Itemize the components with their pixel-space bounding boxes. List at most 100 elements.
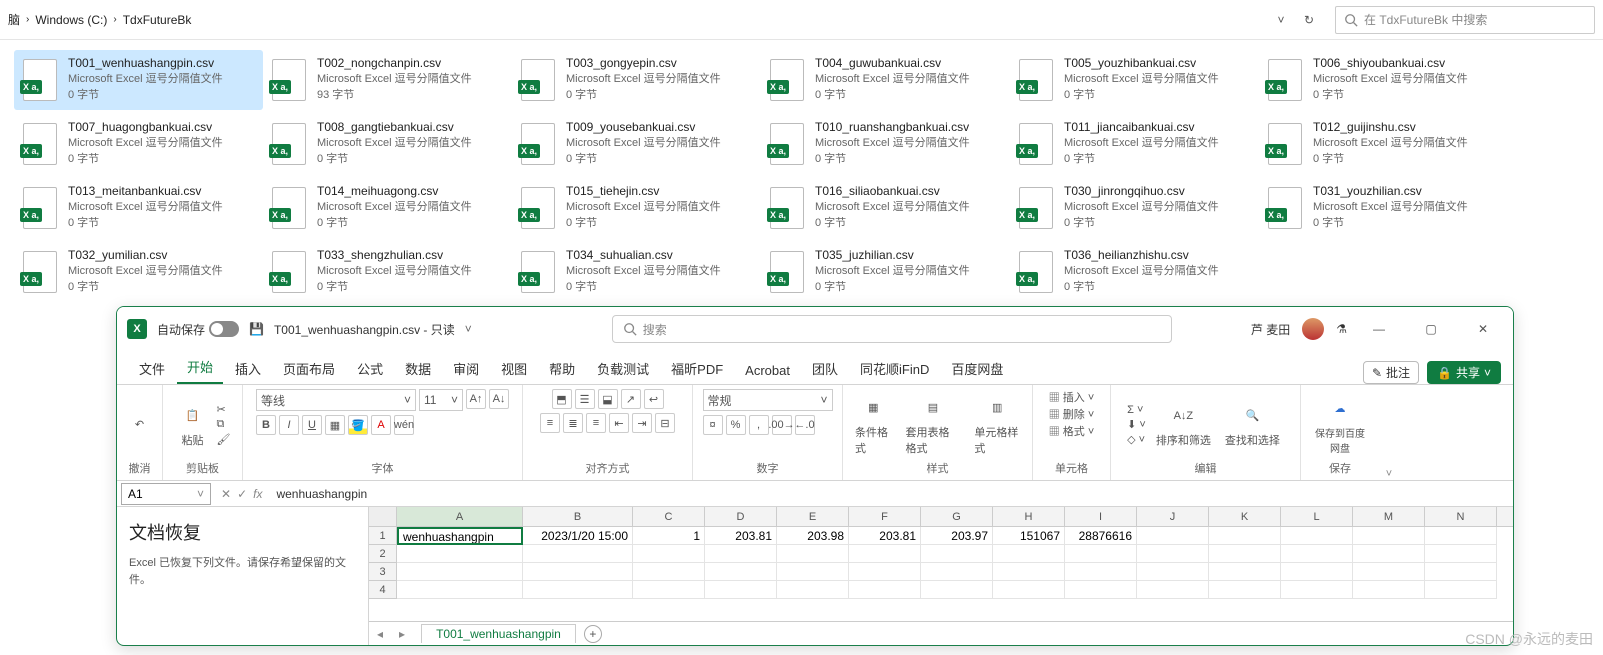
column-header[interactable]: D <box>705 507 777 526</box>
file-item[interactable]: X a, T001_wenhuashangpin.csv Microsoft E… <box>14 50 263 110</box>
column-header[interactable]: L <box>1281 507 1353 526</box>
italic-button[interactable]: I <box>279 415 299 435</box>
cell[interactable] <box>1137 563 1209 581</box>
cell[interactable] <box>1137 581 1209 599</box>
increase-font-icon[interactable]: A↑ <box>466 389 486 409</box>
ribbon-tab[interactable]: 审阅 <box>443 353 489 384</box>
chevron-down-icon[interactable]: ˅ <box>465 322 472 336</box>
bold-button[interactable]: B <box>256 415 276 435</box>
paste-button[interactable]: 📋粘贴 <box>175 400 211 450</box>
file-item[interactable]: X a, T032_yumilian.csv Microsoft Excel 逗… <box>14 242 263 302</box>
fill-icon[interactable]: ⬇ ˅ <box>1127 418 1146 431</box>
inc-decimal-icon[interactable]: .00→ <box>772 415 792 435</box>
ribbon-tab[interactable]: 文件 <box>129 353 175 384</box>
conditional-format-button[interactable]: ▦条件格式 <box>851 392 896 458</box>
cell[interactable] <box>1065 545 1137 563</box>
insert-cells-button[interactable]: ▦ 插入 ˅ <box>1049 389 1095 405</box>
file-item[interactable]: X a, T006_shiyoubankuai.csv Microsoft Ex… <box>1259 50 1508 110</box>
file-item[interactable]: X a, T034_suhualian.csv Microsoft Excel … <box>512 242 761 302</box>
delete-cells-button[interactable]: ▦ 删除 ˅ <box>1049 406 1095 422</box>
cell[interactable] <box>993 545 1065 563</box>
formula-input[interactable]: wenhuashangpin <box>268 487 1513 501</box>
explorer-search-input[interactable]: 在 TdxFutureBk 中搜索 <box>1335 6 1595 34</box>
ribbon-tab[interactable]: Acrobat <box>735 357 800 384</box>
autosave-toggle[interactable]: 自动保存 <box>157 321 239 338</box>
cell[interactable]: 28876616 <box>1065 527 1137 545</box>
cell[interactable] <box>1281 545 1353 563</box>
column-header[interactable]: I <box>1065 507 1137 526</box>
format-cells-button[interactable]: ▦ 格式 ˅ <box>1049 423 1095 439</box>
row-header[interactable]: 4 <box>369 581 397 599</box>
font-color-button[interactable]: A <box>371 415 391 435</box>
file-item[interactable]: X a, T036_heilianzhishu.csv Microsoft Ex… <box>1010 242 1259 302</box>
column-header[interactable]: G <box>921 507 993 526</box>
dec-decimal-icon[interactable]: ←.0 <box>795 415 815 435</box>
align-right-icon[interactable]: ≡ <box>586 413 606 433</box>
cell[interactable] <box>633 581 705 599</box>
column-header[interactable]: C <box>633 507 705 526</box>
percent-icon[interactable]: % <box>726 415 746 435</box>
cell[interactable] <box>1065 563 1137 581</box>
align-mid-icon[interactable]: ☰ <box>575 389 595 409</box>
file-item[interactable]: X a, T007_huagongbankuai.csv Microsoft E… <box>14 114 263 174</box>
sheet-nav-prev[interactable]: ◂ <box>369 627 391 641</box>
ribbon-tab[interactable]: 数据 <box>395 353 441 384</box>
column-header[interactable]: J <box>1137 507 1209 526</box>
number-format-select[interactable]: 常规˅ <box>703 389 833 411</box>
sort-filter-button[interactable]: A↓Z排序和筛选 <box>1152 400 1215 450</box>
cell[interactable]: 1 <box>633 527 705 545</box>
align-top-icon[interactable]: ⬒ <box>552 389 572 409</box>
column-header[interactable]: M <box>1353 507 1425 526</box>
baidu-save-button[interactable]: ☁保存到百度网盘 <box>1309 393 1371 457</box>
close-button[interactable]: ✕ <box>1463 315 1503 343</box>
cell[interactable]: wenhuashangpin <box>397 527 523 545</box>
add-sheet-button[interactable]: + <box>584 625 602 643</box>
file-item[interactable]: X a, T011_jiancaibankuai.csv Microsoft E… <box>1010 114 1259 174</box>
dropdown-button[interactable]: ˅ <box>1267 6 1295 34</box>
cell[interactable] <box>705 581 777 599</box>
cell[interactable] <box>993 581 1065 599</box>
cell[interactable] <box>921 545 993 563</box>
cell[interactable] <box>777 581 849 599</box>
cell[interactable]: 151067 <box>993 527 1065 545</box>
crumb-1[interactable]: Windows (C:) <box>35 13 107 27</box>
cell[interactable] <box>849 563 921 581</box>
excel-search-input[interactable]: 搜索 <box>612 315 1172 343</box>
file-item[interactable]: X a, T015_tiehejin.csv Microsoft Excel 逗… <box>512 178 761 238</box>
phonetic-button[interactable]: wén <box>394 415 414 435</box>
cell[interactable] <box>397 563 523 581</box>
file-item[interactable]: X a, T012_guijinshu.csv Microsoft Excel … <box>1259 114 1508 174</box>
minimize-button[interactable]: — <box>1359 315 1399 343</box>
find-select-button[interactable]: 🔍查找和选择 <box>1221 400 1284 450</box>
cell[interactable]: 203.81 <box>705 527 777 545</box>
breadcrumb[interactable]: 脑› Windows (C:)› TdxFutureBk <box>8 11 1267 28</box>
cell[interactable] <box>1281 563 1353 581</box>
column-header[interactable]: B <box>523 507 633 526</box>
column-header[interactable]: A <box>397 507 523 526</box>
comma-icon[interactable]: , <box>749 415 769 435</box>
cancel-fx-icon[interactable]: ✕ <box>221 487 231 501</box>
file-item[interactable]: X a, T004_guwubankuai.csv Microsoft Exce… <box>761 50 1010 110</box>
cell[interactable] <box>1209 527 1281 545</box>
file-item[interactable]: X a, T010_ruanshangbankuai.csv Microsoft… <box>761 114 1010 174</box>
ribbon-tab[interactable]: 同花顺iFinD <box>850 353 939 384</box>
align-left-icon[interactable]: ≡ <box>540 413 560 433</box>
cell[interactable] <box>633 545 705 563</box>
cell[interactable] <box>1209 581 1281 599</box>
align-bot-icon[interactable]: ⬓ <box>598 389 618 409</box>
ribbon-tab[interactable]: 团队 <box>802 353 848 384</box>
maximize-button[interactable]: ▢ <box>1411 315 1451 343</box>
cell[interactable] <box>1281 581 1353 599</box>
cell[interactable] <box>1137 545 1209 563</box>
cut-icon[interactable]: ✂ <box>217 403 231 416</box>
file-item[interactable]: X a, T005_youzhibankuai.csv Microsoft Ex… <box>1010 50 1259 110</box>
underline-button[interactable]: U <box>302 415 322 435</box>
lightbulb-icon[interactable]: ⚗ <box>1336 322 1347 336</box>
copy-icon[interactable]: ⧉ <box>217 418 231 431</box>
cell[interactable] <box>921 581 993 599</box>
ribbon-tab[interactable]: 插入 <box>225 353 271 384</box>
collapse-ribbon-icon[interactable]: ˅ <box>1379 385 1399 480</box>
font-size-select[interactable]: 11˅ <box>419 389 463 411</box>
file-item[interactable]: X a, T009_yousebankuai.csv Microsoft Exc… <box>512 114 761 174</box>
file-item[interactable]: X a, T033_shengzhulian.csv Microsoft Exc… <box>263 242 512 302</box>
